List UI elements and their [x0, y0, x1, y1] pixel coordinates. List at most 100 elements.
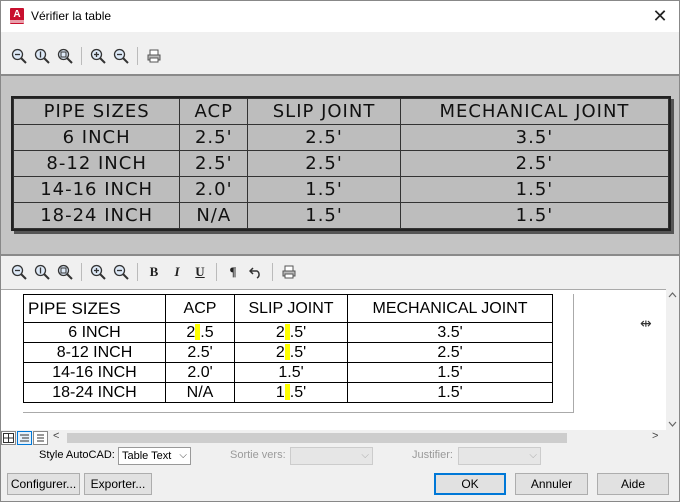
bold-button[interactable]: B: [144, 262, 164, 282]
zoom-extents-icon[interactable]: [32, 262, 52, 282]
table-cell: ACP: [179, 98, 249, 125]
cell-value: 2.5': [275, 343, 307, 361]
help-button[interactable]: Aide: [597, 473, 669, 495]
cancel-button[interactable]: Annuler: [515, 473, 588, 495]
underline-button[interactable]: U: [190, 262, 210, 282]
table-row: 8-12 INCH 2.5' 2.5' 2.5': [23, 342, 553, 363]
table-cell[interactable]: N/A: [165, 382, 235, 403]
table-row: 18-24 INCH N/A 1.5' 1.5': [12, 202, 670, 229]
table-cell: 2.5': [399, 150, 670, 177]
table-row: 6 INCH 2.5 2.5' 3.5': [23, 322, 553, 343]
table-cell-highlighted[interactable]: 2.5': [234, 322, 348, 343]
zoom-in-icon[interactable]: [88, 262, 108, 282]
grid-view-icon[interactable]: [1, 431, 16, 445]
zoom-out-icon[interactable]: [9, 46, 29, 66]
view-mode-buttons: [1, 431, 48, 445]
print-icon[interactable]: [144, 46, 164, 66]
list-view-icon[interactable]: [33, 431, 48, 445]
close-icon[interactable]: ✕: [647, 4, 673, 28]
table-cell[interactable]: 1.5': [234, 362, 348, 383]
paragraph-button[interactable]: ¶: [223, 262, 243, 282]
table-cell-highlighted[interactable]: 1.5': [234, 382, 348, 403]
undo-icon[interactable]: [246, 262, 266, 282]
editor-table[interactable]: PIPE SIZES ACP SLIP JOINT MECHANICAL JOI…: [23, 294, 553, 403]
table-row: 8-12 INCH 2.5' 2.5' 2.5': [12, 150, 670, 177]
cell-value: 2.5': [275, 323, 307, 341]
table-cell: 2.0': [179, 176, 249, 203]
table-cell[interactable]: 8-12 INCH: [23, 342, 166, 363]
export-button[interactable]: Exporter...: [84, 473, 152, 495]
table-cell: 14-16 INCH: [12, 176, 181, 203]
table-cell: 1.5': [399, 202, 670, 229]
table-cell-highlighted[interactable]: 2.5': [234, 342, 348, 363]
table-preview-area: PIPE SIZES ACP SLIP JOINT MECHANICAL JOI…: [1, 74, 679, 256]
zoom-minus-icon[interactable]: [111, 262, 131, 282]
zoom-extents-icon[interactable]: [32, 46, 52, 66]
editor-toolbar: B I U ¶: [1, 259, 679, 285]
autocad-app-icon: A: [10, 8, 24, 24]
preview-toolbar: [1, 43, 679, 69]
ok-button[interactable]: OK: [434, 473, 506, 495]
table-cell[interactable]: PIPE SIZES: [23, 294, 166, 323]
toolbar-separator: [137, 263, 138, 281]
toolbar-separator: [81, 263, 82, 281]
scroll-right-icon[interactable]: >: [652, 430, 658, 442]
table-row: 18-24 INCH N/A 1.5' 1.5': [23, 382, 553, 403]
toolbar-separator: [137, 47, 138, 65]
table-cell: 1.5': [247, 176, 401, 203]
table-cell[interactable]: 1.5': [347, 382, 553, 403]
output-to-select[interactable]: ⌵: [290, 447, 373, 465]
justify-label: Justifier:: [412, 449, 453, 461]
horizontal-scroll-thumb[interactable]: [67, 433, 567, 443]
vertical-scrollbar[interactable]: [666, 289, 679, 430]
table-row: PIPE SIZES ACP SLIP JOINT MECHANICAL JOI…: [12, 98, 670, 125]
table-cell: PIPE SIZES: [12, 98, 181, 125]
table-cell: 8-12 INCH: [12, 150, 181, 177]
table-cell[interactable]: SLIP JOINT: [234, 294, 348, 323]
table-cell-highlighted[interactable]: 2.5: [165, 322, 235, 343]
preview-table: PIPE SIZES ACP SLIP JOINT MECHANICAL JOI…: [11, 96, 671, 231]
table-cell[interactable]: 18-24 INCH: [23, 382, 166, 403]
table-cell[interactable]: 2.5': [347, 342, 553, 363]
table-cell[interactable]: MECHANICAL JOINT: [347, 294, 553, 323]
table-cell[interactable]: ACP: [165, 294, 235, 323]
table-editor-area[interactable]: PIPE SIZES ACP SLIP JOINT MECHANICAL JOI…: [1, 289, 666, 430]
table-row: 6 INCH 2.5' 2.5' 3.5': [12, 124, 670, 151]
table-cell[interactable]: 6 INCH: [23, 322, 166, 343]
italic-button[interactable]: I: [167, 262, 187, 282]
table-cell[interactable]: 1.5': [347, 362, 553, 383]
autocad-style-select[interactable]: Table Text ⌵: [118, 447, 191, 465]
chevron-down-icon: ⌵: [361, 450, 369, 461]
table-cell: 2.5': [179, 124, 249, 151]
cell-value: 1.5': [275, 383, 307, 401]
table-cell[interactable]: 2.0': [165, 362, 235, 383]
zoom-minus-icon[interactable]: [111, 46, 131, 66]
zoom-in-icon[interactable]: [88, 46, 108, 66]
column-resize-cursor-icon: ⇹: [640, 315, 652, 331]
table-cell: 2.5': [247, 124, 401, 151]
table-cell: 2.5': [247, 150, 401, 177]
title-bar: A Vérifier la table ✕: [1, 1, 679, 32]
table-row: 14-16 INCH 2.0' 1.5' 1.5': [23, 362, 553, 383]
table-cell[interactable]: 3.5': [347, 322, 553, 343]
autocad-style-value: Table Text: [122, 450, 172, 462]
zoom-window-icon[interactable]: [55, 46, 75, 66]
zoom-window-icon[interactable]: [55, 262, 75, 282]
horizontal-scrollbar-row: < >: [1, 430, 679, 446]
text-view-icon[interactable]: [17, 431, 32, 445]
dialog-title: Vérifier la table: [31, 9, 112, 23]
zoom-out-icon[interactable]: [9, 262, 29, 282]
options-row: Style AutoCAD: Table Text ⌵ Sortie vers:…: [1, 447, 679, 465]
table-cell: SLIP JOINT: [247, 98, 401, 125]
table-cell[interactable]: 14-16 INCH: [23, 362, 166, 383]
table-cell: 2.5': [179, 150, 249, 177]
scroll-left-icon[interactable]: <: [53, 430, 59, 442]
table-cell: 18-24 INCH: [12, 202, 181, 229]
configure-button[interactable]: Configurer...: [7, 473, 80, 495]
justify-select[interactable]: ⌵: [458, 447, 541, 465]
print-icon[interactable]: [279, 262, 299, 282]
chevron-down-icon: ⌵: [529, 450, 537, 461]
verify-table-dialog: A Vérifier la table ✕ PIPE SIZES ACP SLI…: [0, 0, 680, 502]
toolbar-separator: [272, 263, 273, 281]
table-cell[interactable]: 2.5': [165, 342, 235, 363]
